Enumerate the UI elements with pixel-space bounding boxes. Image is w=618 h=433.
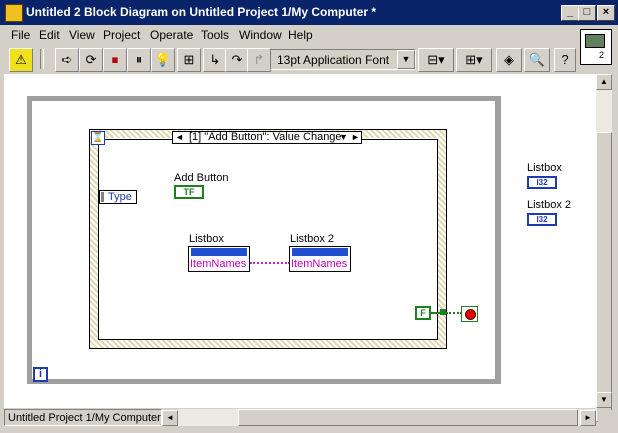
toolbar-separator <box>40 49 44 69</box>
scroll-down-icon[interactable]: ▼ <box>596 392 612 408</box>
stop-condition-icon[interactable] <box>461 306 478 322</box>
search-icon[interactable]: 🔍 <box>524 48 550 72</box>
scroll-left-icon[interactable]: ◄ <box>162 410 178 426</box>
menu-tools[interactable]: Tools <box>201 28 229 42</box>
close-button[interactable]: × <box>597 5 615 21</box>
listbox-node-label: Listbox <box>189 233 224 245</box>
menu-view[interactable]: View <box>69 28 95 42</box>
add-button-terminal[interactable]: TF <box>174 185 204 199</box>
reorder-icon[interactable]: ◈ <box>496 48 522 72</box>
horizontal-scroll-thumb[interactable] <box>238 409 578 426</box>
itemnames-wire[interactable] <box>250 262 290 264</box>
align-objects-icon[interactable]: ⊟▾ <box>418 48 454 72</box>
listbox-i32-label: I32 <box>536 178 548 187</box>
help-icon[interactable]: ? <box>554 48 576 72</box>
listbox2-i32-label: I32 <box>536 215 548 224</box>
resize-grip[interactable] <box>598 410 614 426</box>
event-case-frame <box>98 139 438 340</box>
timeout-hourglass-icon[interactable]: ⌛ <box>91 131 105 145</box>
font-select[interactable]: 13pt Application Font ▼ <box>270 49 416 70</box>
menu-file[interactable]: File <box>11 28 30 42</box>
run-continuously-icon[interactable]: ⟳ <box>79 48 103 72</box>
vi-icon[interactable]: 2 <box>580 29 612 65</box>
listbox2-terminal-label: Listbox 2 <box>527 199 572 211</box>
menu-project[interactable]: Project <box>103 28 140 42</box>
false-constant-label: F <box>420 308 426 318</box>
type-label: Type <box>108 191 132 203</box>
scroll-right-icon[interactable]: ► <box>580 410 596 426</box>
event-case-selector[interactable]: ◄ [1] "Add Button": Value Change ▼ ► <box>172 131 362 144</box>
abort-icon[interactable]: ⏹ <box>103 48 127 72</box>
step-out-icon[interactable]: ↱ <box>247 48 271 72</box>
labview-app-icon <box>5 4 23 22</box>
vertical-scroll-thumb[interactable] <box>596 132 612 422</box>
listbox2-node-label: Listbox 2 <box>290 233 335 245</box>
chevron-down-icon[interactable]: ▼ <box>339 132 348 142</box>
event-data-node[interactable]: Type <box>99 190 137 204</box>
warning-icon[interactable]: ⚠ <box>9 48 33 72</box>
retain-wire-values-icon[interactable]: ⊞ <box>177 48 201 72</box>
boolean-wire-outer[interactable] <box>446 312 462 314</box>
font-select-value: 13pt Application Font <box>277 53 390 67</box>
pause-icon[interactable]: ⏸ <box>127 48 151 72</box>
vertical-scrollbar[interactable]: ▲ ▼ <box>596 74 612 422</box>
menu-operate[interactable]: Operate <box>150 28 193 42</box>
run-arrow-icon[interactable]: ➪ <box>55 48 79 72</box>
event-case-label: [1] "Add Button": Value Change <box>189 131 342 143</box>
increment-arrow-icon[interactable]: ► <box>351 132 360 142</box>
decrement-arrow-icon[interactable]: ◄ <box>175 132 184 142</box>
listbox-terminal[interactable]: I32 <box>527 176 557 189</box>
listbox2-property-node[interactable]: ItemNames <box>289 246 351 272</box>
menu-edit[interactable]: Edit <box>39 28 60 42</box>
chevron-down-icon[interactable]: ▼ <box>397 50 415 69</box>
listbox-property-node[interactable]: ItemNames <box>188 246 250 272</box>
title-bar: Untitled 2 Block Diagram on Untitled Pro… <box>0 0 618 25</box>
step-over-icon[interactable]: ↷ <box>225 48 249 72</box>
menu-window[interactable]: Window <box>239 28 282 42</box>
step-into-icon[interactable]: ↳ <box>203 48 227 72</box>
minimize-button[interactable]: _ <box>561 5 579 21</box>
context-box: Untitled Project 1/My Computer <box>4 409 162 426</box>
context-label: Untitled Project 1/My Computer <box>8 412 161 424</box>
menu-bar: File Edit View Project Operate Tools Win… <box>0 25 580 44</box>
listbox2-terminal[interactable]: I32 <box>527 213 557 226</box>
distribute-objects-icon[interactable]: ⊞▾ <box>456 48 492 72</box>
highlight-execution-icon[interactable]: 💡 <box>151 48 175 72</box>
menu-help[interactable]: Help <box>288 28 313 42</box>
listbox-terminal-label: Listbox <box>527 162 562 174</box>
listbox-itemnames-property: ItemNames <box>190 258 247 270</box>
horizontal-scrollbar[interactable] <box>178 409 596 426</box>
false-constant[interactable]: F <box>415 306 431 320</box>
maximize-button[interactable]: □ <box>578 5 596 21</box>
iteration-glyph: i <box>38 368 43 380</box>
add-button-label: Add Button <box>174 172 229 184</box>
scroll-up-icon[interactable]: ▲ <box>596 74 612 90</box>
listbox2-itemnames-property: ItemNames <box>291 258 348 270</box>
iteration-terminal[interactable]: i <box>33 367 48 382</box>
boolean-type-label: TF <box>183 187 195 197</box>
window-title: Untitled 2 Block Diagram on Untitled Pro… <box>26 5 377 19</box>
